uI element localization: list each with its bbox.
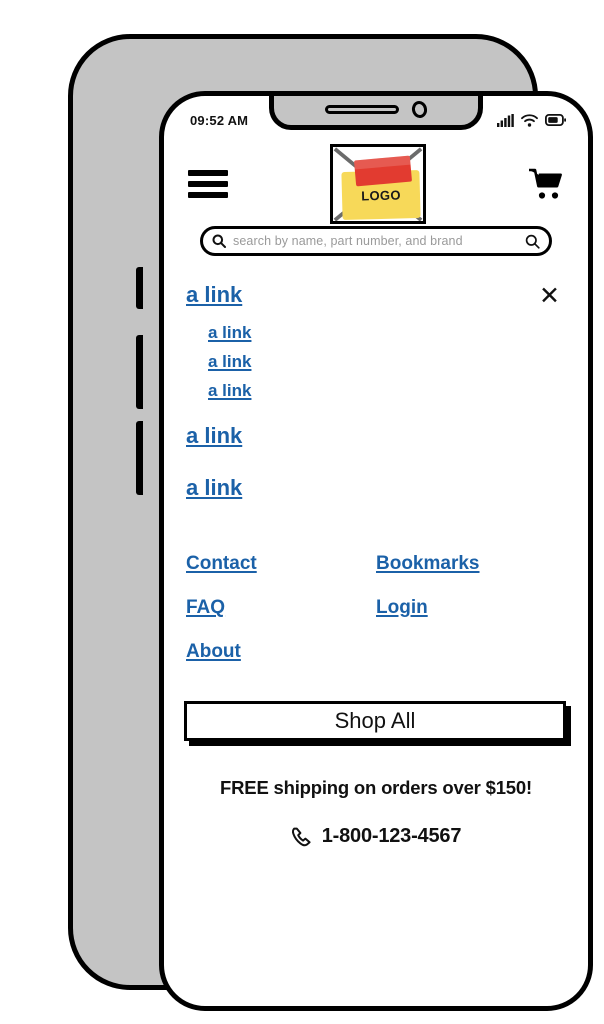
volume-down-button[interactable] [136,421,143,495]
phone-icon [291,827,311,846]
footer-link-about[interactable]: About [186,641,376,663]
volume-up-button[interactable] [136,335,143,409]
earpiece-speaker-icon [325,104,399,114]
footer-link-login[interactable]: Login [376,597,566,619]
phone-notch [269,96,483,130]
footer-link-faq[interactable]: FAQ [186,597,376,619]
nav-link-secondary[interactable]: a link [186,423,566,449]
nav-secondary-list: a link a link [186,423,566,501]
phone-number: 1-800-123-4567 [321,825,462,847]
shipping-promo-text: FREE shipping on orders over $150! [220,777,532,798]
navigation-menu: a link ✕ a link a link a link a link a l… [184,282,568,501]
phone-screen: 09:52 AM LOGO search by name, part numbe… [159,91,593,1011]
search-input[interactable] [233,234,518,248]
wifi-icon [521,113,538,127]
phone-contact-row[interactable]: 1-800-123-4567 [184,825,568,848]
status-icons [497,113,566,127]
mute-switch-button[interactable] [136,267,143,309]
shop-all-button[interactable]: Shop All [184,701,566,741]
nav-sublink[interactable]: a link [208,352,566,372]
logo-tape-strip [353,155,413,187]
footer-link-contact[interactable]: Contact [186,553,376,575]
battery-icon [545,114,566,126]
close-icon[interactable]: ✕ [539,284,566,309]
shop-all-section: Shop All [184,701,568,741]
nav-sublink[interactable]: a link [208,381,566,401]
search-submit-icon[interactable] [525,234,540,249]
screenshot-root: 09:52 AM LOGO search by name, part numbe… [0,0,604,1024]
logo-placeholder[interactable]: LOGO [330,144,426,224]
app-header: LOGO [184,138,568,230]
nav-sublink[interactable]: a link [208,323,566,343]
phone-frame: 09:52 AM LOGO search by name, part numbe… [68,34,593,1011]
logo-label: LOGO [361,186,401,204]
search-section [184,226,568,256]
signal-icon [497,113,514,127]
status-time: 09:52 AM [190,112,249,128]
search-icon [212,234,226,248]
front-camera-icon [410,99,429,119]
nav-link-primary[interactable]: a link [186,282,242,308]
footer-link-bookmarks[interactable]: Bookmarks [376,553,566,575]
footer-link-grid: Contact Bookmarks FAQ Login About [184,553,568,663]
nav-link-secondary[interactable]: a link [186,475,566,501]
search-bar[interactable] [200,226,552,256]
nav-primary-row: a link ✕ [186,282,566,309]
app-content: LOGO search by name, part number, and br… [164,138,588,1006]
nav-sublist: a link a link a link [186,323,566,401]
shopping-cart-icon[interactable] [528,168,564,200]
hamburger-menu-icon[interactable] [188,170,228,198]
